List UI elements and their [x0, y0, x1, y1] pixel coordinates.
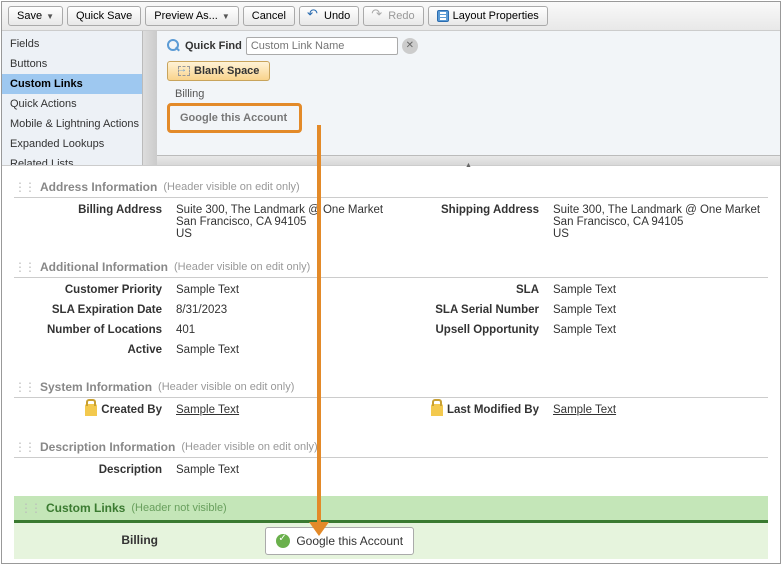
annotation-arrow-head [309, 522, 329, 536]
sla-serial-value: Sample Text [553, 304, 768, 320]
blank-space-item[interactable]: Blank Space [167, 61, 270, 81]
section-title: System Information [40, 380, 152, 394]
quick-find-label: Quick Find [185, 40, 242, 52]
palette-scrollbar[interactable] [142, 31, 156, 165]
section-title: Additional Information [40, 260, 168, 274]
section-custom-links: ⋮⋮ Custom Links (Header not visible) Bil… [14, 496, 768, 559]
palette-collapse-handle[interactable] [157, 155, 780, 165]
last-modified-by-value[interactable]: Sample Text [553, 404, 768, 420]
section-hint: (Header visible on edit only) [181, 441, 317, 453]
section-additional: ⋮⋮ Additional Information (Header visibl… [14, 256, 768, 366]
palette-category-fields[interactable]: Fields [2, 34, 142, 54]
drag-grip-icon[interactable]: ⋮⋮ [14, 260, 34, 274]
shipping-address-value: Suite 300, The Landmark @ One Market San… [553, 204, 768, 240]
toolbar: Save▼ Quick Save Preview As...▼ Cancel U… [2, 2, 780, 31]
section-hint: (Header not visible) [131, 502, 226, 514]
drag-grip-icon[interactable]: ⋮⋮ [14, 180, 34, 194]
active-value: Sample Text [176, 344, 391, 360]
section-hint: (Header visible on edit only) [174, 261, 310, 273]
description-value: Sample Text [176, 464, 391, 480]
undo-icon [308, 10, 320, 22]
sla-label: SLA [391, 284, 553, 300]
lock-icon [85, 404, 97, 416]
palette-category-expanded-lookups[interactable]: Expanded Lookups [2, 134, 142, 154]
palette-category-mobile-actions[interactable]: Mobile & Lightning Actions [2, 114, 142, 134]
palette-link-billing[interactable]: Billing [167, 85, 770, 103]
created-by-label: Created By [14, 404, 176, 420]
section-title: Custom Links [46, 501, 125, 515]
section-title: Address Information [40, 180, 157, 194]
palette-category-buttons[interactable]: Buttons [2, 54, 142, 74]
shipping-address-label: Shipping Address [391, 204, 553, 240]
layout-properties-button[interactable]: Layout Properties [428, 6, 548, 26]
sla-serial-label: SLA Serial Number [391, 304, 553, 320]
sla-value: Sample Text [553, 284, 768, 300]
quick-find-input[interactable] [246, 37, 398, 55]
last-modified-by-label: Last Modified By [391, 404, 553, 420]
customer-priority-label: Customer Priority [14, 284, 176, 300]
redo-icon [372, 10, 384, 22]
drop-item-label: Google this Account [296, 534, 403, 548]
num-locations-label: Number of Locations [14, 324, 176, 340]
created-by-value[interactable]: Sample Text [176, 404, 391, 420]
description-label: Description [14, 464, 176, 480]
billing-address-label: Billing Address [14, 204, 176, 240]
palette-category-quick-actions[interactable]: Quick Actions [2, 94, 142, 114]
sla-expiration-label: SLA Expiration Date [14, 304, 176, 320]
lock-icon [431, 404, 443, 416]
drag-grip-icon[interactable]: ⋮⋮ [14, 380, 34, 394]
palette-category-related-lists[interactable]: Related Lists [2, 154, 142, 165]
preview-as-button[interactable]: Preview As...▼ [145, 6, 239, 26]
drag-grip-icon[interactable]: ⋮⋮ [20, 501, 40, 515]
active-label: Active [14, 344, 176, 360]
check-icon [276, 534, 290, 548]
palette-panel: Fields Buttons Custom Links Quick Action… [2, 31, 780, 166]
properties-icon [437, 10, 449, 22]
quick-save-button[interactable]: Quick Save [67, 6, 141, 26]
palette-main: Quick Find ✕ Blank Space Billing Google … [157, 31, 780, 165]
palette-sidebar: Fields Buttons Custom Links Quick Action… [2, 31, 157, 165]
redo-button[interactable]: Redo [363, 6, 423, 26]
palette-link-google-account[interactable]: Google this Account [167, 103, 302, 133]
search-icon [167, 39, 181, 53]
cancel-button[interactable]: Cancel [243, 6, 295, 26]
custom-link-drop-target[interactable]: Google this Account [265, 527, 414, 555]
section-hint: (Header visible on edit only) [158, 381, 294, 393]
section-system: ⋮⋮ System Information (Header visible on… [14, 376, 768, 426]
section-address: ⋮⋮ Address Information (Header visible o… [14, 176, 768, 246]
upsell-value: Sample Text [553, 324, 768, 340]
billing-address-value: Suite 300, The Landmark @ One Market San… [176, 204, 391, 240]
quick-find-clear[interactable]: ✕ [402, 38, 418, 54]
sla-expiration-value: 8/31/2023 [176, 304, 391, 320]
customer-priority-value: Sample Text [176, 284, 391, 300]
palette-category-custom-links[interactable]: Custom Links [2, 74, 142, 94]
num-locations-value: 401 [176, 324, 391, 340]
section-description: ⋮⋮ Description Information (Header visib… [14, 436, 768, 486]
undo-button[interactable]: Undo [299, 6, 359, 26]
blank-space-icon [178, 66, 190, 76]
upsell-label: Upsell Opportunity [391, 324, 553, 340]
save-button[interactable]: Save▼ [8, 6, 63, 26]
annotation-arrow [317, 125, 321, 530]
section-title: Description Information [40, 440, 175, 454]
custom-link-billing[interactable]: Billing [14, 523, 265, 557]
drag-grip-icon[interactable]: ⋮⋮ [14, 440, 34, 454]
section-hint: (Header visible on edit only) [163, 181, 299, 193]
layout-body: ⋮⋮ Address Information (Header visible o… [2, 166, 780, 559]
